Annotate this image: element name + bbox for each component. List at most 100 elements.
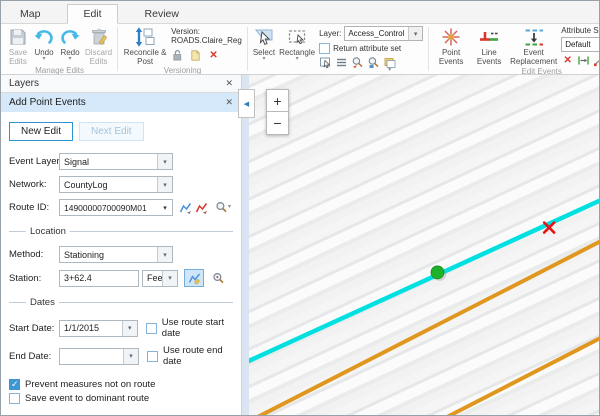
save-edits-button[interactable]: Save Edits	[5, 25, 31, 66]
versioning-group-label: Versioning	[121, 66, 244, 75]
tab-map[interactable]: Map	[5, 5, 55, 23]
post-version-icon[interactable]	[189, 49, 202, 62]
end-date-combobox[interactable]: ▾	[59, 348, 139, 365]
pick-location-on-map-button[interactable]	[184, 269, 204, 287]
route-id-dropdown-button[interactable]: ▾	[158, 200, 172, 215]
attribute-set-combobox[interactable]: Default ▾	[561, 37, 599, 52]
map-overlay	[249, 75, 599, 415]
use-route-start-date-checkbox[interactable]	[146, 323, 157, 334]
group-edit-events: Point Events Line Events Event Replaceme…	[430, 24, 599, 74]
ribbon-tabbar: Map Edit Review	[1, 1, 599, 24]
end-date-dropdown-button[interactable]: ▾	[123, 349, 138, 364]
network-combobox[interactable]: CountyLog ▾	[59, 176, 173, 193]
layers-pane-title: Layers	[9, 78, 39, 89]
reconcile-icon	[134, 26, 156, 48]
ribbon-separator	[117, 27, 118, 71]
clear-route-icon[interactable]	[195, 201, 208, 214]
layers-pane-header: Layers ✕	[1, 75, 241, 93]
line-events-icon	[478, 26, 500, 48]
return-attribute-set-checkbox[interactable]	[319, 43, 330, 54]
save-icon	[7, 26, 29, 48]
panel-splitter[interactable]	[241, 75, 249, 415]
discard-edits-button[interactable]: Discard Edits	[83, 25, 114, 66]
zoom-in-button[interactable]: +	[266, 89, 289, 112]
reconcile-post-button[interactable]: Reconcile & Post	[121, 25, 169, 66]
event-layer-dropdown-button[interactable]: ▾	[157, 154, 172, 169]
undo-icon	[33, 26, 55, 48]
app-window: Map Edit Review Save Edits Undo ▾	[0, 0, 600, 416]
unlock-icon[interactable]	[171, 49, 184, 62]
method-dropdown-button[interactable]: ▾	[157, 247, 172, 262]
delete-version-icon[interactable]: ✕	[207, 49, 220, 62]
redo-button[interactable]: Redo ▾	[57, 25, 83, 62]
undo-dropdown-caret[interactable]: ▾	[42, 57, 45, 62]
measure-event-icon[interactable]	[577, 54, 590, 67]
select-route-on-map-icon[interactable]	[179, 201, 192, 214]
network-dropdown-button[interactable]: ▾	[157, 177, 172, 192]
save-dominant-route-checkbox[interactable]	[9, 393, 20, 404]
add-point-events-close-icon[interactable]: ✕	[225, 97, 233, 108]
zoom-to-selection-icon[interactable]	[351, 56, 364, 69]
select-by-rectangle-icon[interactable]	[319, 56, 332, 69]
start-date-combobox[interactable]: 1/1/2015 ▾	[59, 320, 138, 337]
ribbon-separator	[247, 27, 248, 71]
route-id-label: Route ID:	[9, 202, 59, 213]
zoom-to-route-icon[interactable]: ▾	[213, 201, 233, 214]
next-edit-button[interactable]: Next Edit	[79, 122, 144, 141]
attribute-set-label: Attribute Set:	[561, 26, 599, 35]
use-route-end-date-checkbox[interactable]	[147, 351, 158, 362]
left-panel: Layers ✕ Add Point Events ✕ New Edit Nex…	[1, 75, 241, 415]
network-label: Network:	[9, 179, 59, 190]
tab-review[interactable]: Review	[130, 5, 194, 23]
redo-dropdown-caret[interactable]: ▾	[68, 57, 71, 62]
panel-collapse-tab[interactable]: ◀	[238, 89, 255, 118]
point-events-label: Point Events	[435, 48, 467, 66]
station-input[interactable]: 3+62.4	[59, 270, 139, 287]
route-id-combobox[interactable]: 14900000700090M01 ▾	[59, 199, 173, 216]
road-line-lower	[433, 336, 599, 415]
start-date-value: 1/1/2015	[60, 323, 122, 333]
edit-events-group-label: Edit Events	[432, 67, 599, 75]
map-view[interactable]: + −	[249, 75, 599, 415]
manage-edits-group-label: Manage Edits	[5, 66, 114, 75]
attribute-set-value: Default	[562, 40, 599, 49]
prevent-measures-checkbox[interactable]	[9, 379, 20, 390]
selection-list-icon[interactable]	[335, 56, 348, 69]
layer-dropdown-button[interactable]: ▾	[408, 27, 422, 40]
event-replacement-button[interactable]: Event Replacement	[508, 25, 559, 66]
station-unit-combobox[interactable]: Feet ▾	[142, 270, 178, 287]
selection-options-icon[interactable]: ▾	[383, 56, 396, 73]
zoom-to-route-caret[interactable]: ▾	[228, 205, 231, 210]
tab-edit[interactable]: Edit	[67, 4, 117, 24]
select-dropdown-caret[interactable]: ▾	[262, 57, 265, 62]
layer-combobox[interactable]: Access_Control ▾	[344, 26, 423, 41]
station-unit-dropdown-button[interactable]: ▾	[162, 271, 177, 286]
zoom-out-button[interactable]: −	[266, 112, 289, 135]
save-edits-label: Save Edits	[7, 48, 29, 66]
pan-to-selection-icon[interactable]	[367, 56, 380, 69]
event-replacement-label: Event Replacement	[510, 48, 557, 66]
discard-edits-label: Discard Edits	[85, 48, 112, 66]
split-event-icon[interactable]	[593, 54, 599, 67]
point-events-button[interactable]: Point Events	[432, 25, 470, 66]
layers-close-icon[interactable]: ✕	[225, 78, 233, 89]
new-edit-button[interactable]: New Edit	[9, 122, 73, 141]
event-layer-combobox[interactable]: Signal ▾	[59, 153, 173, 170]
station-label: Station:	[9, 273, 59, 284]
start-date-dropdown-button[interactable]: ▾	[122, 321, 137, 336]
method-combobox[interactable]: Stationing ▾	[59, 246, 173, 263]
location-section-divider: Location	[9, 226, 233, 237]
delete-event-icon[interactable]: ✕	[561, 54, 574, 67]
undo-button[interactable]: Undo ▾	[31, 25, 57, 62]
add-point-events-title: Add Point Events	[9, 97, 86, 108]
rectangle-dropdown-caret[interactable]: ▾	[296, 57, 299, 62]
location-section-label: Location	[26, 226, 70, 237]
line-events-label: Line Events	[473, 48, 505, 66]
point-events-icon	[440, 26, 462, 48]
station-unit-value: Feet	[143, 273, 162, 283]
line-events-button[interactable]: Line Events	[470, 25, 508, 66]
event-point-marker	[431, 266, 444, 279]
rectangle-tool-button[interactable]: Rectangle ▾	[277, 25, 317, 62]
zoom-to-location-icon[interactable]	[212, 272, 225, 285]
select-tool-button[interactable]: Select ▾	[251, 25, 277, 62]
